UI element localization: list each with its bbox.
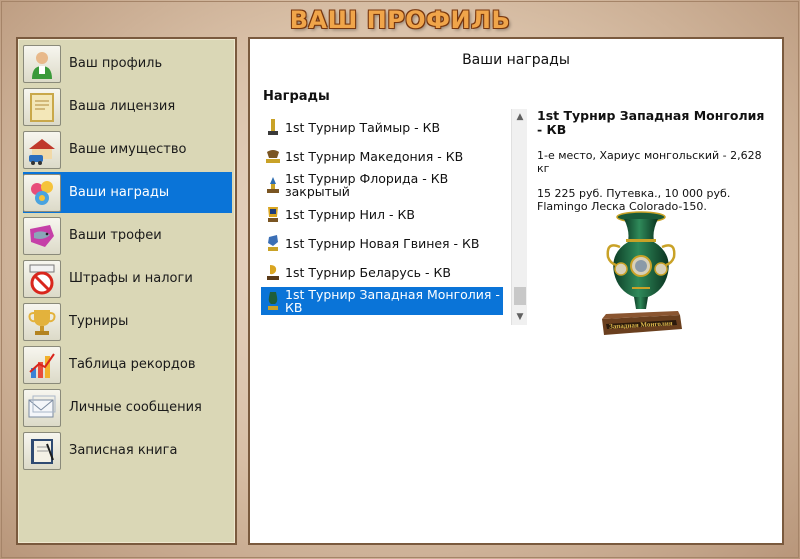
trophy-icon	[264, 175, 282, 195]
detail-place: 1-е место, Хариус монгольский - 2,628 кг	[537, 149, 762, 175]
license-icon	[23, 87, 61, 126]
trophy-icon	[264, 117, 282, 137]
trophy-icon	[264, 146, 282, 166]
sidebar-item-notebook[interactable]: Записная книга	[23, 430, 232, 471]
award-label: 1st Турнир Беларусь - КВ	[285, 264, 451, 280]
awards-scrollbar[interactable]: ▲ ▼	[511, 109, 527, 325]
sidebar-item-fines[interactable]: Штрафы и налоги	[23, 258, 232, 299]
vase-trophy-image: Западная Монголия	[602, 211, 682, 335]
messages-icon	[23, 388, 61, 427]
awards-list[interactable]: 1st Турнир Таймыр - КВ 1st Турнир Македо…	[261, 109, 530, 325]
list-item[interactable]: 1st Турнир Флорида - КВ закрытый	[261, 171, 503, 199]
award-label: 1st Турнир Западная Монголия - КВ	[285, 287, 500, 315]
list-item[interactable]: 1st Турнир Нил - КВ	[261, 200, 503, 228]
sidebar-item-messages[interactable]: Личные сообщения	[23, 387, 232, 428]
scroll-down-icon[interactable]: ▼	[512, 309, 528, 325]
sidebar: Ваш профиль Ваша лицензия Ваше имущество…	[16, 37, 237, 545]
sidebar-item-profile[interactable]: Ваш профиль	[23, 43, 232, 84]
awards-icon	[23, 173, 61, 212]
property-icon	[23, 130, 61, 169]
sidebar-item-label: Личные сообщения	[69, 400, 202, 415]
trophy-icon	[264, 233, 282, 253]
detail-title: 1st Турнир Западная Монголия - КВ	[537, 108, 765, 137]
cup-icon	[23, 302, 61, 341]
sidebar-item-property[interactable]: Ваше имущество	[23, 129, 232, 170]
sidebar-item-label: Ваши трофеи	[69, 228, 162, 243]
awards-panel: Ваши награды Награды 1st Турнир Таймыр -…	[248, 37, 784, 545]
list-item[interactable]: 1st Турнир Западная Монголия - КВ	[261, 287, 503, 315]
award-label: 1st Турнир Новая Гвинея - КВ	[285, 235, 480, 251]
user-icon	[23, 44, 61, 83]
sidebar-item-label: Штрафы и налоги	[69, 271, 193, 286]
sidebar-item-label: Турниры	[69, 314, 129, 329]
notebook-icon	[23, 431, 61, 470]
scroll-up-icon[interactable]: ▲	[512, 109, 528, 125]
award-detail: 1st Турнир Западная Монголия - КВ 1-е ме…	[537, 108, 767, 214]
list-item[interactable]: 1st Турнир Беларусь - КВ	[261, 258, 503, 286]
award-label: 1st Турнир Македония - КВ	[285, 148, 464, 164]
detail-prize: 15 225 руб. Путевка., 10 000 руб. Flamin…	[537, 187, 731, 213]
trophy-icon	[264, 262, 282, 282]
award-label: 1st Турнир Таймыр - КВ	[285, 119, 441, 135]
award-label: 1st Турнир Нил - КВ	[285, 206, 415, 222]
sidebar-item-label: Ваши награды	[69, 185, 170, 200]
sidebar-item-label: Записная книга	[69, 443, 178, 458]
sidebar-item-label: Таблица рекордов	[69, 357, 196, 372]
trophy-icon	[264, 204, 282, 224]
sidebar-item-records[interactable]: Таблица рекордов	[23, 344, 232, 385]
awards-heading: Награды	[263, 89, 330, 104]
trophy-icon	[264, 291, 282, 311]
sidebar-item-label: Ваш профиль	[69, 56, 163, 71]
panel-title: Ваши награды	[462, 52, 570, 68]
list-item[interactable]: 1st Турнир Таймыр - КВ	[261, 113, 503, 141]
sidebar-item-awards[interactable]: Ваши награды	[23, 172, 232, 213]
sidebar-item-label: Ваша лицензия	[69, 99, 176, 114]
award-label: 1st Турнир Флорида - КВ закрытый	[285, 171, 449, 199]
fines-icon	[23, 259, 61, 298]
sidebar-item-trophies[interactable]: Ваши трофеи	[23, 215, 232, 256]
page-title: ВАШ ПРОФИЛЬ	[289, 6, 511, 34]
sidebar-item-license[interactable]: Ваша лицензия	[23, 86, 232, 127]
sidebar-item-tournaments[interactable]: Турниры	[23, 301, 232, 342]
scroll-thumb[interactable]	[514, 287, 526, 305]
list-item[interactable]: 1st Турнир Новая Гвинея - КВ	[261, 229, 503, 257]
list-item[interactable]: 1st Турнир Македония - КВ	[261, 142, 503, 170]
sidebar-item-label: Ваше имущество	[69, 142, 187, 157]
records-chart-icon	[23, 345, 61, 384]
fish-trophy-icon	[23, 216, 61, 255]
